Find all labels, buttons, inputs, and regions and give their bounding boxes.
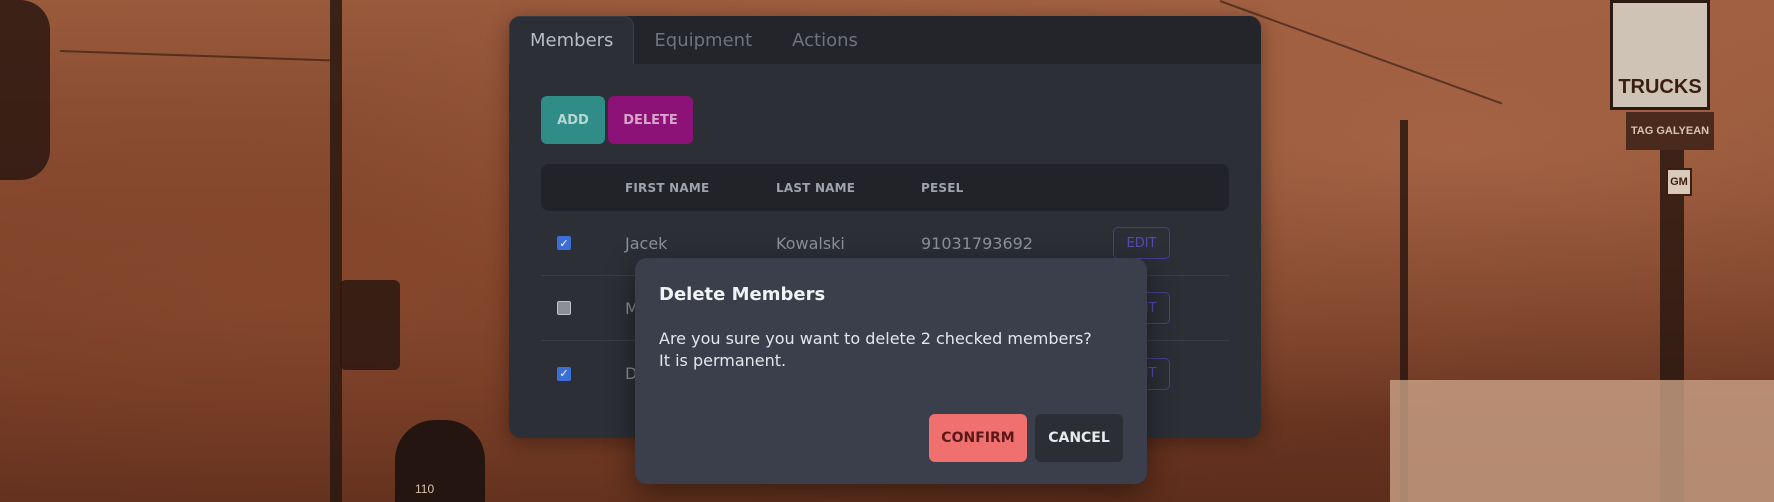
street-pole (330, 0, 342, 502)
delete-members-dialog: Delete Members Are you sure you want to … (635, 258, 1147, 484)
dealer-sign-text: TAG GALYEAN (1630, 125, 1710, 137)
dealer-sign: TAG GALYEAN (1626, 112, 1714, 150)
gm-badge-text: GM (1670, 176, 1688, 188)
trucks-sign: TRUCKS (1610, 0, 1710, 110)
trucks-sign-text: TRUCKS (1618, 76, 1702, 98)
dialog-message-line: Are you sure you want to delete 2 checke… (659, 329, 1092, 348)
dialog-title: Delete Members (659, 284, 826, 305)
tab-equipment[interactable]: Equipment (634, 16, 772, 64)
cancel-button[interactable]: CANCEL (1035, 414, 1123, 462)
dealership-building (1390, 380, 1774, 502)
toolbar: ADD DELETE (541, 96, 693, 144)
header-pesel: PESEL (921, 180, 964, 195)
left-pole (0, 0, 50, 180)
firefighter: 110 (395, 420, 485, 502)
dialog-actions: CONFIRM CANCEL (929, 414, 1123, 462)
delete-button[interactable]: DELETE (608, 96, 693, 144)
table-header: FIRST NAME LAST NAME PESEL (541, 164, 1229, 211)
add-button[interactable]: ADD (541, 96, 605, 144)
row-checkbox[interactable]: ✓ (557, 236, 571, 250)
tab-bar: Members Equipment Actions (509, 16, 1261, 64)
traffic-light (340, 280, 400, 370)
cell-last-name: Kowalski (776, 233, 845, 253)
gm-badge: GM (1666, 168, 1692, 196)
header-last-name: LAST NAME (776, 180, 856, 195)
tab-members[interactable]: Members (509, 16, 635, 64)
dialog-message: Are you sure you want to delete 2 checke… (659, 328, 1092, 372)
dialog-message-line: It is permanent. (659, 351, 787, 370)
cell-pesel: 91031793692 (921, 233, 1033, 253)
power-line (59, 50, 330, 62)
cell-first-name: Jacek (625, 233, 668, 253)
row-checkbox[interactable]: ✓ (557, 366, 571, 381)
edit-button[interactable]: EDIT (1113, 227, 1170, 259)
confirm-button[interactable]: CONFIRM (929, 414, 1027, 462)
row-checkbox[interactable] (557, 301, 571, 315)
tab-actions[interactable]: Actions (772, 16, 878, 64)
firefighter-badge: 110 (415, 482, 435, 496)
power-line (1219, 0, 1503, 105)
header-first-name: FIRST NAME (625, 180, 710, 195)
